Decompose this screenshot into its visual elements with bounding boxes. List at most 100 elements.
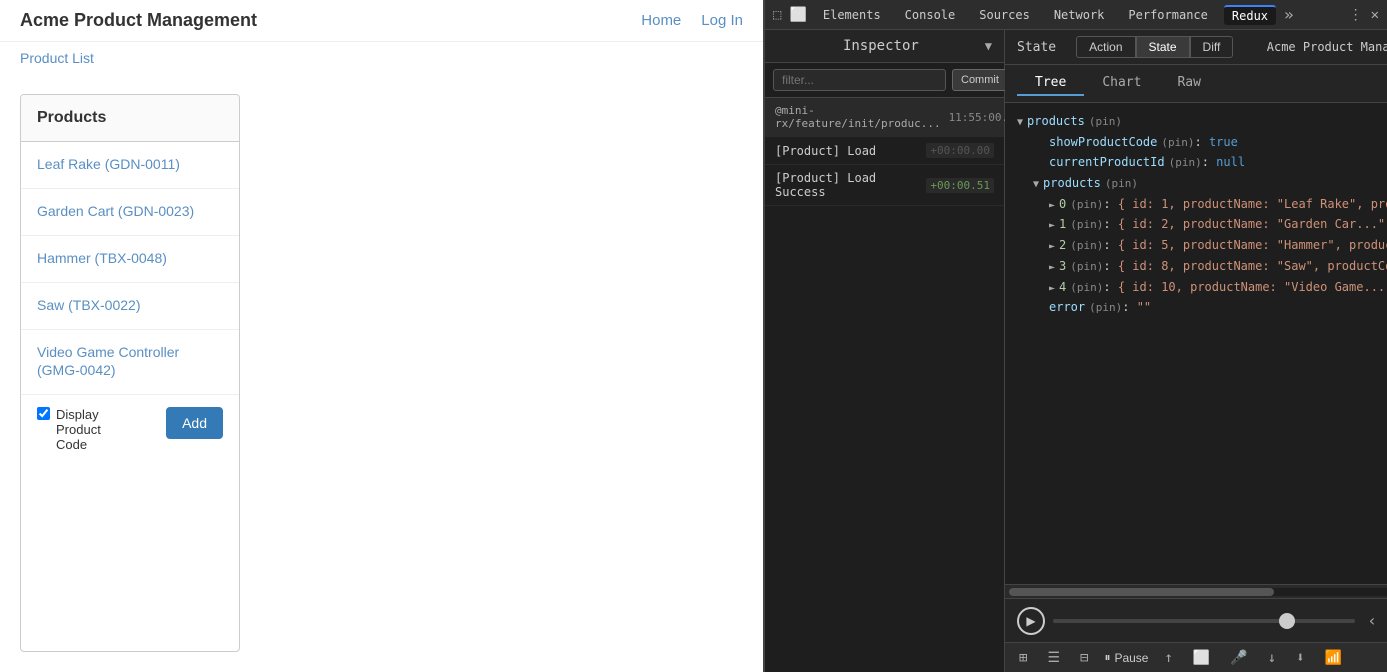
- product-link[interactable]: Hammer (TBX-0048): [37, 250, 167, 266]
- tree-view-tab[interactable]: Tree: [1017, 71, 1084, 96]
- inspector-dropdown-icon[interactable]: ▼: [985, 39, 992, 53]
- progress-thumb[interactable]: [1279, 613, 1295, 629]
- product-link[interactable]: Garden Cart (GDN-0023): [37, 203, 194, 219]
- expand-1-icon[interactable]: ►: [1049, 217, 1055, 234]
- list-item[interactable]: Garden Cart (GDN-0023): [21, 189, 239, 236]
- index-0: 0: [1059, 194, 1066, 214]
- close-icon[interactable]: ✕: [1371, 7, 1379, 23]
- colon: :: [1103, 235, 1117, 255]
- commit-button[interactable]: Commit: [952, 69, 1008, 91]
- product-link[interactable]: Saw (TBX-0022): [37, 297, 140, 313]
- action-item[interactable]: @mini-rx/feature/init/produc... 11:55:00…: [765, 98, 1004, 137]
- product-link[interactable]: Video Game Controller (GMG-0042): [37, 344, 179, 378]
- monitor-icon[interactable]: ⬜: [1189, 648, 1214, 668]
- list-item[interactable]: Video Game Controller (GMG-0042): [21, 330, 239, 395]
- state-scrollbar[interactable]: [1005, 584, 1387, 598]
- expand-0-icon[interactable]: ►: [1049, 197, 1055, 214]
- download-icon[interactable]: ↑: [1160, 648, 1176, 668]
- colon: :: [1103, 214, 1117, 234]
- colon: :: [1103, 277, 1117, 297]
- list-item[interactable]: Saw (TBX-0022): [21, 283, 239, 330]
- products-arr-key: products: [1043, 173, 1101, 193]
- nav-home[interactable]: Home: [641, 12, 681, 29]
- tab-performance[interactable]: Performance: [1120, 6, 1215, 24]
- mic-icon[interactable]: 🎤: [1226, 648, 1251, 668]
- index-2: 2: [1059, 235, 1066, 255]
- action-item[interactable]: [Product] Load Success +00:00.51: [765, 165, 1004, 206]
- list-item[interactable]: Hammer (TBX-0048): [21, 236, 239, 283]
- expand-3-icon[interactable]: ►: [1049, 259, 1055, 276]
- list-item[interactable]: Leaf Rake (GDN-0011): [21, 142, 239, 189]
- products-key: products: [1027, 111, 1085, 131]
- item-1-preview: { id: 2, productName: "Garden Car...", p…: [1118, 214, 1387, 234]
- current-product-id-val: null: [1216, 152, 1245, 172]
- nav-login[interactable]: Log In: [701, 12, 743, 29]
- error-val: "": [1137, 297, 1151, 317]
- tab-console[interactable]: Console: [897, 6, 964, 24]
- app-brand: Acme Product Management: [20, 10, 257, 31]
- tab-redux[interactable]: Redux: [1224, 5, 1276, 25]
- grid-icon[interactable]: ⊞: [1015, 648, 1031, 668]
- progress-track[interactable]: [1053, 619, 1355, 623]
- list-icon[interactable]: ☰: [1043, 648, 1064, 668]
- product-link[interactable]: Leaf Rake (GDN-0011): [37, 156, 180, 172]
- tab-network[interactable]: Network: [1046, 6, 1113, 24]
- tab-sources[interactable]: Sources: [971, 6, 1038, 24]
- tree-line: ▼ products (pin): [1017, 111, 1387, 132]
- breadcrumb-link[interactable]: Product List: [20, 50, 94, 66]
- display-code-label[interactable]: DisplayProductCode: [37, 407, 101, 452]
- inspector-title: Inspector: [777, 38, 985, 54]
- colon: :: [1103, 256, 1117, 276]
- colon: :: [1195, 132, 1209, 152]
- prev-button[interactable]: ‹: [1363, 611, 1381, 630]
- pin-label: (pin): [1105, 175, 1138, 194]
- pin-label: (pin): [1089, 113, 1122, 132]
- pin-label: (pin): [1070, 237, 1103, 256]
- index-1: 1: [1059, 214, 1066, 234]
- action-delta: +00:00.00: [926, 143, 994, 158]
- filter-input[interactable]: [773, 69, 946, 91]
- upload-icon[interactable]: ↓: [1264, 648, 1280, 668]
- collapse-products-arr-icon[interactable]: ▼: [1033, 176, 1039, 193]
- state-tab-button[interactable]: State: [1136, 36, 1190, 58]
- display-code-checkbox[interactable]: [37, 407, 50, 420]
- action-item[interactable]: [Product] Load +00:00.00: [765, 137, 1004, 165]
- settings-icon[interactable]: ⋮: [1349, 7, 1363, 23]
- breadcrumb: Product List: [0, 42, 763, 74]
- export-icon[interactable]: ⬇: [1292, 648, 1308, 668]
- pin-label: (pin): [1070, 196, 1103, 215]
- collapse-products-icon[interactable]: ▼: [1017, 114, 1023, 131]
- cursor-icon[interactable]: ⬚: [773, 7, 781, 23]
- tree-line: error (pin) : "": [1017, 297, 1387, 318]
- add-button[interactable]: Add: [166, 407, 223, 439]
- play-button[interactable]: ▶: [1017, 607, 1045, 635]
- scrollbar-track: [1009, 588, 1387, 596]
- pause-button[interactable]: ⏸ Pause: [1104, 650, 1148, 665]
- responsive-icon[interactable]: ⬜: [789, 7, 806, 23]
- chart-view-tab[interactable]: Chart: [1084, 71, 1159, 96]
- table-icon[interactable]: ⊟: [1076, 648, 1092, 668]
- inspector-header: Inspector ▼: [765, 30, 1004, 63]
- expand-4-icon[interactable]: ►: [1049, 280, 1055, 297]
- tree-line: ► 2 (pin) : { id: 5, productName: "Hamme…: [1017, 235, 1387, 256]
- action-tab-button[interactable]: Action: [1076, 36, 1135, 58]
- state-pane: State Action State Diff Acme Product Man…: [1005, 30, 1387, 672]
- item-4-preview: { id: 10, productName: "Video Game...", …: [1118, 277, 1387, 297]
- app-selector: Acme Product Management ▼: [1267, 40, 1387, 54]
- checkbox-text: DisplayProductCode: [56, 407, 101, 452]
- pin-label: (pin): [1089, 299, 1122, 318]
- wifi-icon[interactable]: 📶: [1321, 648, 1346, 668]
- colon: :: [1122, 297, 1136, 317]
- devtools-body: Inspector ▼ Commit @mini-rx/feature/init…: [765, 30, 1387, 672]
- filter-row: Commit: [765, 63, 1004, 98]
- show-product-code-key: showProductCode: [1049, 132, 1157, 152]
- tab-elements[interactable]: Elements: [815, 6, 889, 24]
- expand-2-icon[interactable]: ►: [1049, 238, 1055, 255]
- pause-label: Pause: [1114, 651, 1148, 665]
- diff-tab-button[interactable]: Diff: [1190, 36, 1234, 58]
- raw-view-tab[interactable]: Raw: [1159, 71, 1218, 96]
- more-tabs-icon[interactable]: »: [1284, 5, 1294, 24]
- tree-line: ▼ products (pin): [1017, 173, 1387, 194]
- pin-label: (pin): [1070, 258, 1103, 277]
- colon: :: [1103, 194, 1117, 214]
